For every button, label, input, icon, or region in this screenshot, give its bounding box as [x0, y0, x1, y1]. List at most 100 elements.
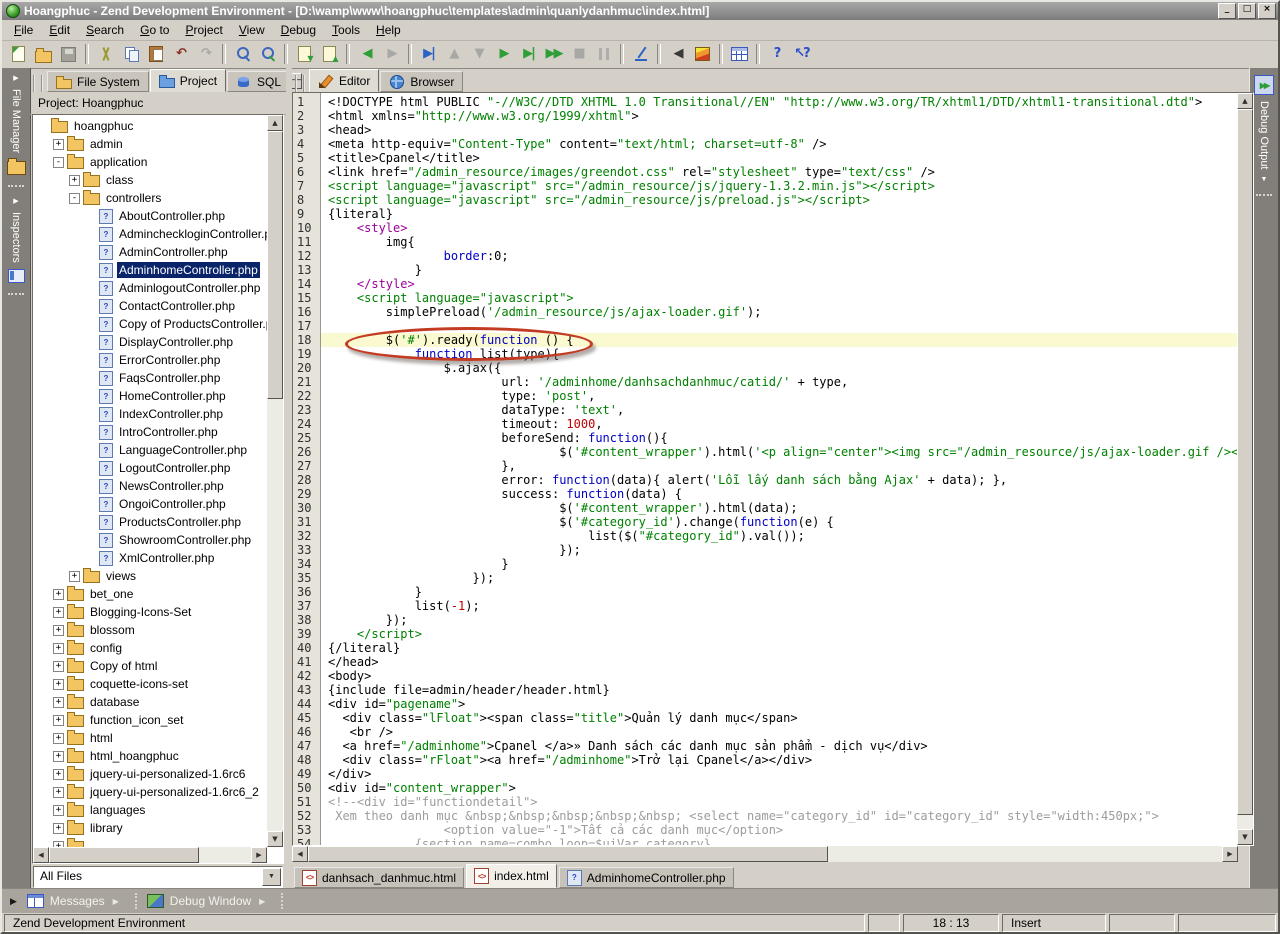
help-button[interactable]: ? [764, 42, 789, 66]
file-import-button[interactable] [292, 42, 317, 66]
scrollbar-thumb[interactable] [267, 131, 283, 399]
tree-item[interactable]: AdminhomeController.php [33, 261, 267, 279]
code-line[interactable]: 1<!DOCTYPE html PUBLIC "-//W3C//DTD XHTM… [293, 95, 1237, 109]
maximize-button[interactable]: □ [1238, 3, 1256, 19]
code-line[interactable]: 36 } [293, 585, 1237, 599]
data-table-button[interactable] [727, 42, 752, 66]
tree-item[interactable]: +coquette-icons-set [33, 675, 267, 693]
code-line[interactable]: 17 [293, 319, 1237, 333]
arrow-right-icon[interactable]: ▶ [113, 897, 119, 906]
code-line[interactable]: 22 type: 'post', [293, 389, 1237, 403]
menu-project[interactable]: Project [177, 21, 230, 39]
tab-project[interactable]: Project [150, 69, 226, 92]
file-tab-index-html[interactable]: index.html [466, 864, 557, 888]
expand-icon[interactable]: + [53, 679, 64, 690]
expand-icon[interactable]: + [53, 715, 64, 726]
collapse-icon[interactable]: - [69, 193, 80, 204]
code-line[interactable]: 54 {section name=combo loop=$uiVar.categ… [293, 837, 1237, 845]
expand-arrow-icon[interactable]: ▶ [10, 896, 17, 907]
scroll-left-button[interactable]: ◀ [292, 846, 308, 862]
go-fast-button[interactable]: ▶▶ [541, 42, 566, 66]
expand-icon[interactable]: + [53, 139, 64, 150]
code-line[interactable]: 33 }); [293, 543, 1237, 557]
tree-item[interactable]: +blossom [33, 621, 267, 639]
expand-icon[interactable]: + [53, 805, 64, 816]
code-line[interactable]: 46 <br /> [293, 725, 1237, 739]
expand-icon[interactable]: + [53, 589, 64, 600]
minimize-button[interactable]: _ [1218, 3, 1236, 19]
editor-hscrollbar[interactable]: ◀ ▶ [292, 846, 1238, 862]
tree-item[interactable]: IndexController.php [33, 405, 267, 423]
close-button[interactable]: × [1258, 3, 1276, 19]
menu-debug[interactable]: Debug [273, 21, 324, 39]
tab-sql[interactable]: SQL [227, 71, 290, 92]
scroll-right-button[interactable]: ▶ [1222, 846, 1238, 862]
code-line[interactable]: 7<script language="javascript" src="/adm… [293, 179, 1237, 193]
editor-vscrollbar[interactable]: ▲ ▼ [1237, 93, 1253, 845]
dock-tab-file-manager[interactable]: ▶ File Manager [7, 68, 26, 181]
code-line[interactable]: 34 } [293, 557, 1237, 571]
code-line[interactable]: 53 <option value="-1">Tất cả các danh mụ… [293, 823, 1237, 837]
code-line[interactable]: 49</div> [293, 767, 1237, 781]
code-line[interactable]: 42<body> [293, 669, 1237, 683]
step-down-button[interactable]: ▼ [466, 42, 491, 66]
code-line[interactable]: 50<div id="content_wrapper"> [293, 781, 1237, 795]
next-bookmark-button[interactable]: ▶ [379, 42, 404, 66]
paste-button[interactable] [143, 42, 168, 66]
toolbar-grip[interactable] [295, 75, 305, 92]
code-line[interactable]: 52 Xem theo danh mục &nbsp;&nbsp;&nbsp;&… [293, 809, 1237, 823]
scroll-right-button[interactable]: ▶ [251, 847, 267, 863]
cut-button[interactable] [93, 42, 118, 66]
step-up-button[interactable]: ▲ [441, 42, 466, 66]
file-export-button[interactable] [317, 42, 342, 66]
code-line[interactable]: 37 list(-1); [293, 599, 1237, 613]
menu-view[interactable]: View [231, 21, 273, 39]
code-line[interactable]: 18 $('#').ready(function () { [293, 333, 1237, 347]
tree-item[interactable]: +library [33, 819, 267, 837]
menu-go-to[interactable]: Go to [132, 21, 177, 39]
tab-editor[interactable]: Editor [309, 69, 379, 92]
save-file-button[interactable] [56, 42, 81, 66]
code-line[interactable]: 51<!--<div id="functiondetail"> [293, 795, 1237, 809]
messages-button[interactable]: Messages▶ [27, 894, 119, 908]
code-line[interactable]: 28 error: function(data){ alert('Lỗi lấy… [293, 473, 1237, 487]
tree-item[interactable]: +class [33, 171, 267, 189]
toolbar-grip[interactable] [33, 75, 43, 92]
expand-icon[interactable]: + [53, 751, 64, 762]
expand-icon[interactable]: + [53, 625, 64, 636]
scroll-up-button[interactable]: ▲ [1237, 93, 1253, 109]
code-line[interactable]: 38 }); [293, 613, 1237, 627]
tree-item[interactable]: Copy of ProductsController.php [33, 315, 267, 333]
code-line[interactable]: 5<title>Cpanel</title> [293, 151, 1237, 165]
code-line[interactable]: 16 simplePreload('/admin_resource/js/aja… [293, 305, 1237, 319]
code-line[interactable]: 45 <div class="lFloat"><span class="titl… [293, 711, 1237, 725]
tree-item[interactable]: -application [33, 153, 267, 171]
code-line[interactable]: 6<link href="/admin_resource/images/gree… [293, 165, 1237, 179]
tree-item[interactable]: ProductsController.php [33, 513, 267, 531]
tree-item[interactable]: +views [33, 567, 267, 585]
run-to-cursor-button[interactable]: ▶| [416, 42, 441, 66]
scroll-down-button[interactable]: ▼ [267, 831, 283, 847]
tree-item[interactable]: +languages [33, 801, 267, 819]
tree-item[interactable]: AboutController.php [33, 207, 267, 225]
scroll-left-button[interactable]: ◀ [33, 847, 49, 863]
tree-item[interactable]: + [33, 837, 267, 847]
menu-edit[interactable]: Edit [41, 21, 78, 39]
code-line[interactable]: 23 dataType: 'text', [293, 403, 1237, 417]
previous-bookmark-button[interactable]: ◀ [354, 42, 379, 66]
profiler-button[interactable] [628, 42, 653, 66]
tree-item[interactable]: ErrorController.php [33, 351, 267, 369]
dock-tab-inspectors[interactable]: ▶ Inspectors [8, 191, 25, 289]
code-line[interactable]: 12 border:0; [293, 249, 1237, 263]
tree-item[interactable]: +admin [33, 135, 267, 153]
code-line[interactable]: 48 <div class="rFloat"><a href="/adminho… [293, 753, 1237, 767]
code-line[interactable]: 41</head> [293, 655, 1237, 669]
open-file-button[interactable] [31, 42, 56, 66]
tree-item[interactable]: +config [33, 639, 267, 657]
code-line[interactable]: 35 }); [293, 571, 1237, 585]
pause-button[interactable] [591, 42, 616, 66]
dropdown-arrow-icon[interactable]: ▼ [262, 868, 281, 886]
code-line[interactable]: 47 <a href="/adminhome">Cpanel </a>» Dan… [293, 739, 1237, 753]
code-line[interactable]: 20 $.ajax({ [293, 361, 1237, 375]
code-editor[interactable]: 1<!DOCTYPE html PUBLIC "-//W3C//DTD XHTM… [292, 92, 1254, 846]
